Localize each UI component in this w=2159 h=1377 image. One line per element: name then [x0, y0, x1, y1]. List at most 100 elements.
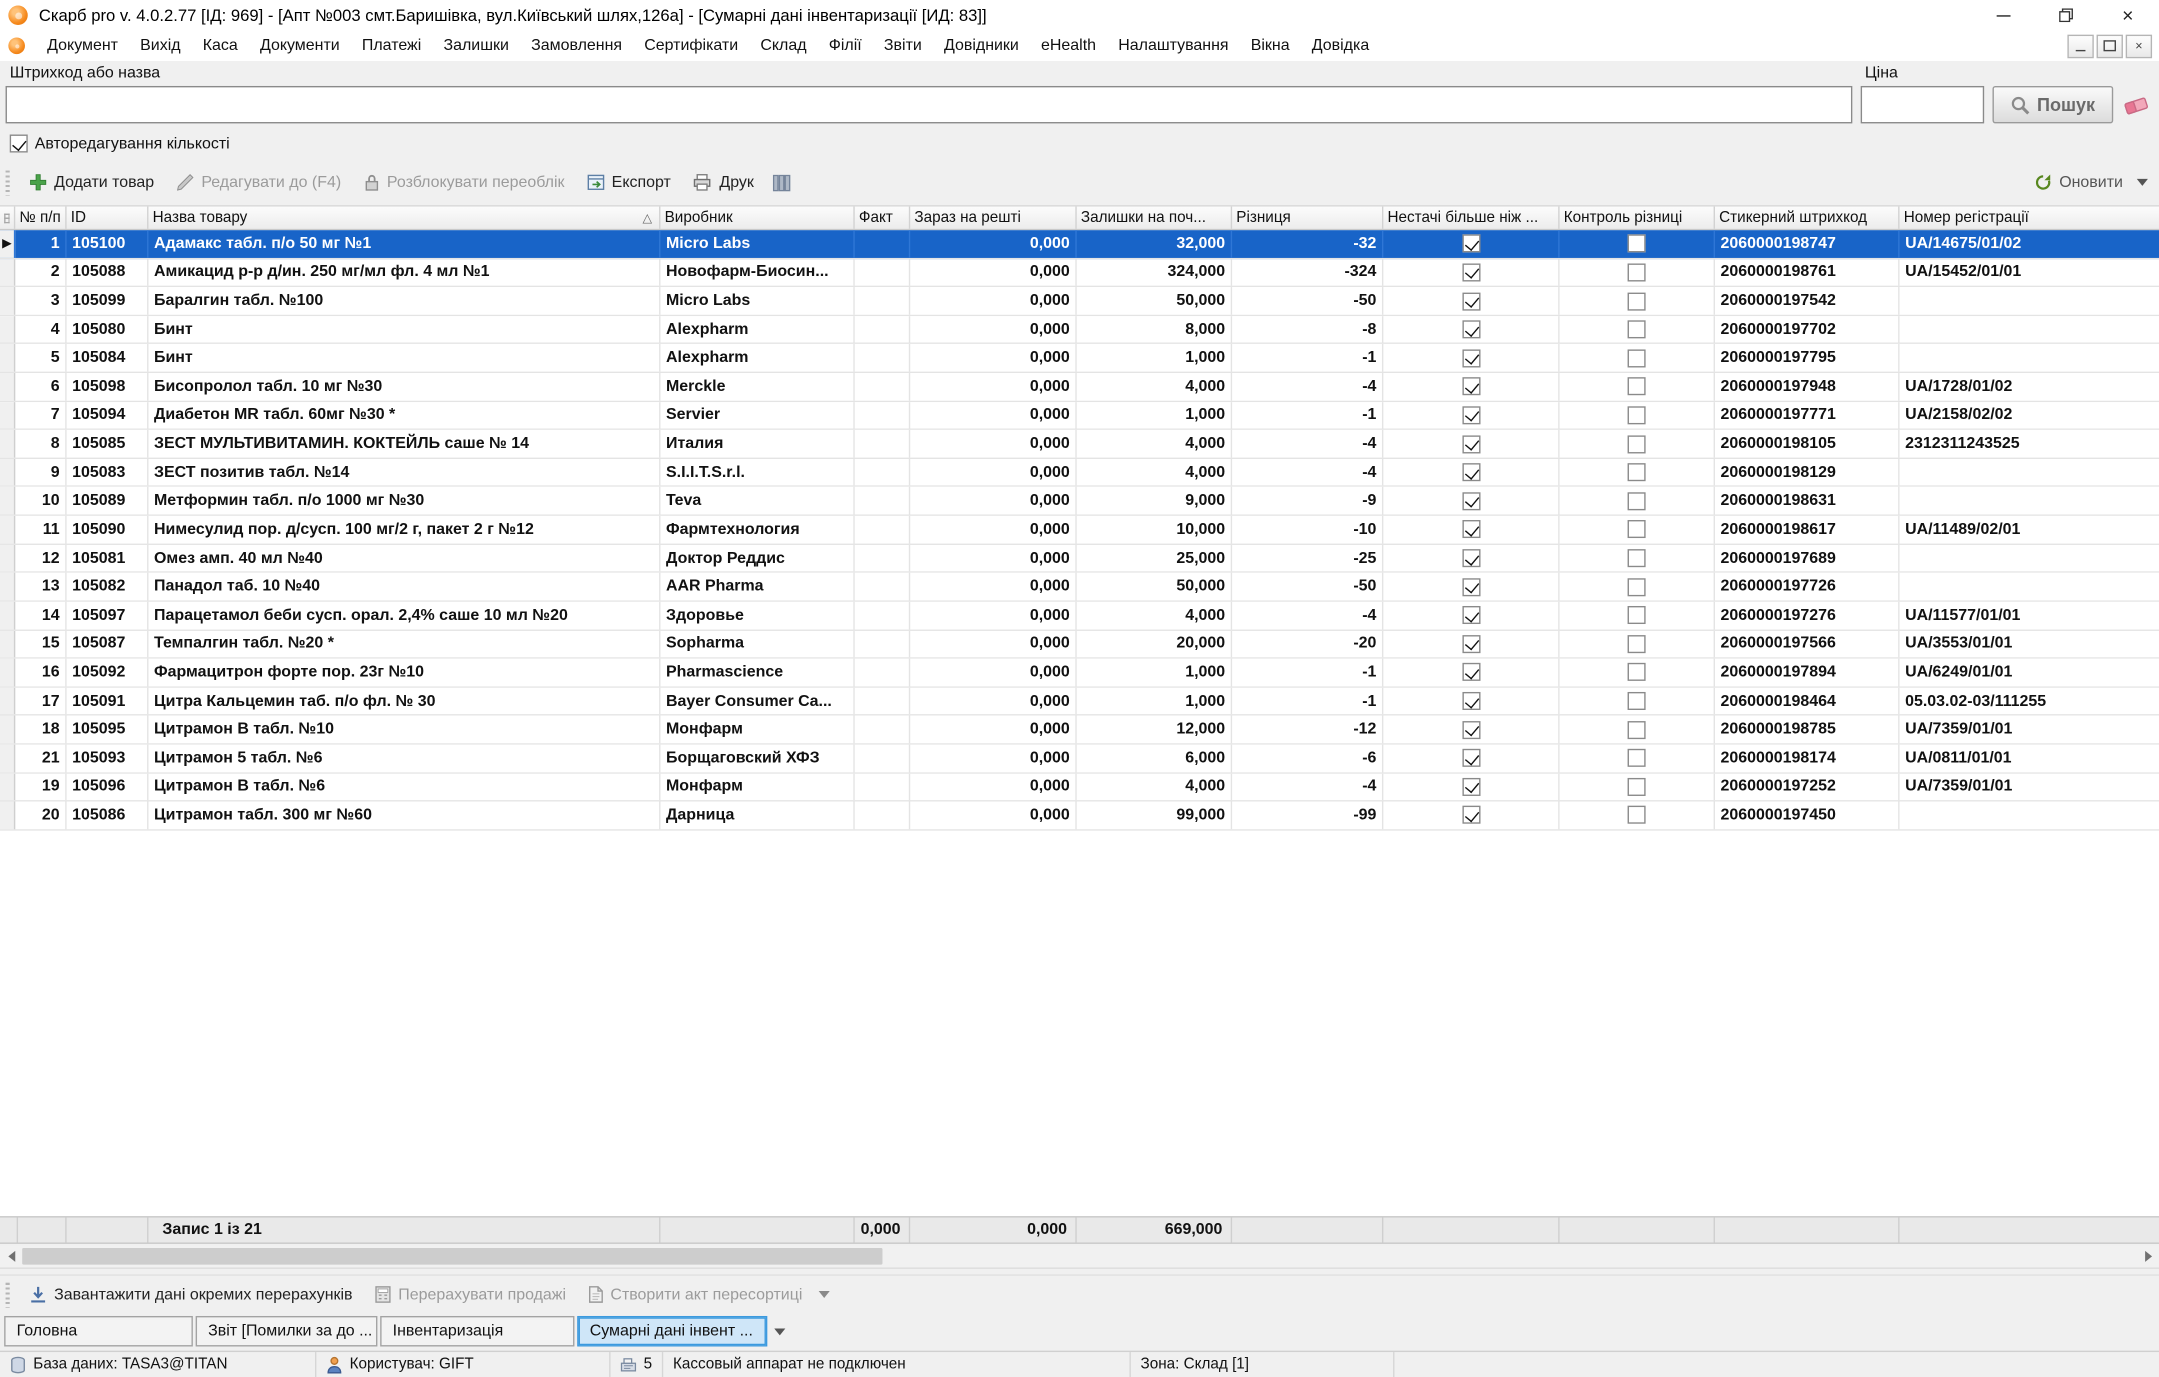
table-row[interactable]: 9 105083 ЗЕСТ позитив табл. №14 S.I.I.T.…	[0, 459, 2159, 488]
add-item-button[interactable]: Додати товар	[19, 166, 163, 199]
menu-item-1[interactable]: Документ	[36, 31, 129, 60]
recalc-sales-button[interactable]: Перерахувати продажі	[365, 1278, 576, 1311]
table-row[interactable]: 19 105096 Цитрамон В табл. №6 Монфарм 0,…	[0, 773, 2159, 802]
shortage-checkbox[interactable]	[1462, 663, 1480, 681]
shortage-checkbox[interactable]	[1462, 635, 1480, 653]
mdi-minimize-button[interactable]	[2067, 34, 2093, 58]
shortage-checkbox[interactable]	[1462, 378, 1480, 396]
columns-button[interactable]	[766, 174, 798, 191]
menu-item-16[interactable]: Довідка	[1301, 31, 1381, 60]
control-checkbox[interactable]	[1628, 321, 1646, 339]
col-header-registration[interactable]: Номер регістрації	[1900, 207, 2159, 229]
shortage-checkbox[interactable]	[1462, 263, 1480, 281]
cell-shortage-checkbox[interactable]	[1383, 602, 1559, 629]
menu-item-8[interactable]: Сертифікати	[633, 31, 749, 60]
control-checkbox[interactable]	[1628, 378, 1646, 396]
cell-shortage-checkbox[interactable]	[1383, 316, 1559, 343]
menu-item-5[interactable]: Платежі	[351, 31, 433, 60]
table-row[interactable]: 14 105097 Парацетамол беби сусп. орал. 2…	[0, 602, 2159, 631]
refresh-dropdown-icon[interactable]	[2137, 179, 2148, 186]
cell-control-checkbox[interactable]	[1560, 259, 1715, 286]
shortage-checkbox[interactable]	[1462, 578, 1480, 596]
table-row[interactable]: 21 105093 Цитрамон 5 табл. №6 Борщаговск…	[0, 745, 2159, 774]
cell-control-checkbox[interactable]	[1560, 402, 1715, 429]
cell-shortage-checkbox[interactable]	[1383, 745, 1559, 772]
cell-shortage-checkbox[interactable]	[1383, 516, 1559, 543]
tab-2[interactable]: Звіт [Помилки за до ...	[196, 1316, 378, 1347]
shortage-checkbox[interactable]	[1462, 463, 1480, 481]
col-header-name[interactable]: Назва товару△	[148, 207, 660, 229]
control-checkbox[interactable]	[1628, 606, 1646, 624]
export-button[interactable]: Експорт	[577, 166, 681, 199]
control-checkbox[interactable]	[1628, 692, 1646, 710]
load-recounts-button[interactable]: Завантажити дані окремих перерахунків	[19, 1278, 362, 1311]
edit-item-button[interactable]: Редагувати до (F4)	[167, 166, 351, 199]
table-row[interactable]: 6 105098 Бисопролол табл. 10 мг №30 Merc…	[0, 373, 2159, 402]
menu-item-11[interactable]: Звіти	[873, 31, 933, 60]
print-button[interactable]: Друк	[683, 166, 763, 199]
col-header-start[interactable]: Залишки на поч...	[1077, 207, 1232, 229]
cell-shortage-checkbox[interactable]	[1383, 659, 1559, 686]
table-row[interactable]: 18 105095 Цитрамон В табл. №10 Монфарм 0…	[0, 716, 2159, 745]
control-checkbox[interactable]	[1628, 635, 1646, 653]
barcode-input[interactable]	[6, 86, 1853, 123]
cell-control-checkbox[interactable]	[1560, 573, 1715, 600]
shortage-checkbox[interactable]	[1462, 549, 1480, 567]
cell-shortage-checkbox[interactable]	[1383, 430, 1559, 457]
auto-edit-checkbox-row[interactable]: Авторедагування кількості	[10, 135, 230, 153]
cell-control-checkbox[interactable]	[1560, 459, 1715, 486]
restore-button[interactable]	[2034, 0, 2096, 31]
table-row[interactable]: 2 105088 Амикацид р-р д/ин. 250 мг/мл фл…	[0, 259, 2159, 288]
menu-item-12[interactable]: Довідники	[933, 31, 1030, 60]
cell-shortage-checkbox[interactable]	[1383, 345, 1559, 372]
cell-control-checkbox[interactable]	[1560, 516, 1715, 543]
cell-shortage-checkbox[interactable]	[1383, 259, 1559, 286]
cell-control-checkbox[interactable]	[1560, 602, 1715, 629]
table-row[interactable]: 16 105092 Фармацитрон форте пор. 23г №10…	[0, 659, 2159, 688]
cell-shortage-checkbox[interactable]	[1383, 573, 1559, 600]
cell-shortage-checkbox[interactable]	[1383, 373, 1559, 400]
cell-shortage-checkbox[interactable]	[1383, 287, 1559, 314]
control-checkbox[interactable]	[1628, 806, 1646, 824]
shortage-checkbox[interactable]	[1462, 749, 1480, 767]
unlock-recount-button[interactable]: Розблокувати переоблік	[354, 166, 575, 199]
control-checkbox[interactable]	[1628, 521, 1646, 539]
cell-shortage-checkbox[interactable]	[1383, 230, 1559, 257]
control-checkbox[interactable]	[1628, 463, 1646, 481]
control-checkbox[interactable]	[1628, 578, 1646, 596]
table-row[interactable]: ▶ 1 105100 Адамакс табл. п/о 50 мг №1 Mi…	[0, 230, 2159, 259]
cell-shortage-checkbox[interactable]	[1383, 716, 1559, 743]
col-header-now[interactable]: Зараз на решті	[910, 207, 1077, 229]
cell-control-checkbox[interactable]	[1560, 545, 1715, 572]
col-header-vendor[interactable]: Виробник	[660, 207, 854, 229]
shortage-checkbox[interactable]	[1462, 521, 1480, 539]
col-header-sticker[interactable]: Стикерний штрихкод	[1715, 207, 1900, 229]
mdi-close-button[interactable]: ×	[2126, 34, 2152, 58]
control-checkbox[interactable]	[1628, 721, 1646, 739]
col-header-fact[interactable]: Факт	[855, 207, 911, 229]
cell-control-checkbox[interactable]	[1560, 802, 1715, 829]
shortage-checkbox[interactable]	[1462, 721, 1480, 739]
mdi-restore-button[interactable]	[2097, 34, 2123, 58]
horizontal-scrollbar[interactable]	[0, 1245, 2159, 1269]
cell-control-checkbox[interactable]	[1560, 659, 1715, 686]
cell-shortage-checkbox[interactable]	[1383, 773, 1559, 800]
auto-edit-checkbox[interactable]	[10, 135, 28, 153]
cell-control-checkbox[interactable]	[1560, 345, 1715, 372]
control-checkbox[interactable]	[1628, 349, 1646, 367]
scroll-thumb[interactable]	[22, 1248, 882, 1265]
control-checkbox[interactable]	[1628, 435, 1646, 453]
col-header-num[interactable]: № п/п	[15, 207, 66, 229]
table-row[interactable]: 17 105091 Цитра Кальцемин таб. п/о фл. №…	[0, 687, 2159, 716]
shortage-checkbox[interactable]	[1462, 806, 1480, 824]
cell-shortage-checkbox[interactable]	[1383, 402, 1559, 429]
scroll-right-arrow[interactable]	[2137, 1245, 2159, 1267]
table-row[interactable]: 11 105090 Нимесулид пор. д/сусп. 100 мг/…	[0, 516, 2159, 545]
scroll-left-arrow[interactable]	[0, 1245, 22, 1267]
cell-control-checkbox[interactable]	[1560, 716, 1715, 743]
shortage-checkbox[interactable]	[1462, 349, 1480, 367]
control-checkbox[interactable]	[1628, 235, 1646, 253]
cell-control-checkbox[interactable]	[1560, 687, 1715, 714]
control-checkbox[interactable]	[1628, 778, 1646, 796]
cell-shortage-checkbox[interactable]	[1383, 545, 1559, 572]
